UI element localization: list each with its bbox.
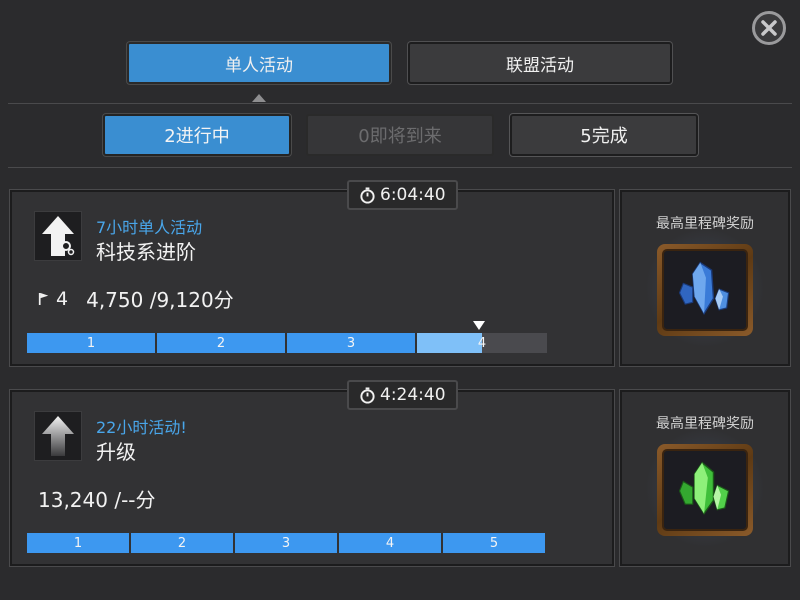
close-icon — [761, 20, 777, 36]
progress-marker — [473, 321, 485, 330]
progress-segment: 3 — [235, 533, 337, 553]
active-tab-pointer — [252, 94, 266, 102]
event-timer-text: 4:24:40 — [380, 385, 446, 405]
stopwatch-icon — [360, 386, 375, 404]
progress-segment: 5 — [443, 533, 545, 553]
event-title: 科技系进阶 — [96, 240, 196, 264]
milestone-progress-bar: 1 2 3 4 5 — [27, 533, 549, 553]
blue-crystal-icon — [662, 249, 748, 331]
tab-alliance-events[interactable]: 联盟活动 — [408, 42, 672, 84]
tab-solo-events-label: 单人活动 — [225, 55, 293, 76]
event-title: 升级 — [96, 440, 136, 464]
progress-segment: 4 — [339, 533, 441, 553]
progress-segment: 2 — [131, 533, 233, 553]
progress-segment: 1 — [27, 333, 155, 353]
subtab-upcoming[interactable]: 0即将到来 — [306, 114, 494, 156]
progress-segment: 1 — [27, 533, 129, 553]
progress-segment: 2 — [157, 333, 285, 353]
subtabs-divider — [8, 167, 792, 168]
milestone-count: 4 — [56, 287, 69, 310]
tech-upgrade-arrow-icon — [34, 211, 82, 261]
tabs-divider — [8, 103, 792, 104]
subtab-upcoming-label: 0即将到来 — [358, 126, 442, 147]
tab-solo-events[interactable]: 单人活动 — [127, 42, 391, 84]
subtab-in-progress[interactable]: 2进行中 — [103, 114, 291, 156]
tab-alliance-events-label: 联盟活动 — [506, 55, 574, 76]
upgrade-arrow-icon — [34, 411, 82, 461]
event-score-row: 4 4,750 /9,120分 — [38, 284, 234, 313]
reward-item[interactable] — [657, 444, 753, 536]
reward-item[interactable] — [657, 244, 753, 336]
green-crystal-icon — [662, 449, 748, 531]
close-button[interactable] — [752, 11, 786, 45]
subtab-completed-label: 5完成 — [580, 126, 628, 147]
milestone-flag-icon — [38, 292, 49, 305]
progress-segment: 3 — [287, 333, 415, 353]
event-timer-text: 6:04:40 — [380, 185, 446, 205]
event-score: 13,240 /--分 — [38, 488, 156, 512]
milestone-progress-bar: 1 2 3 4 — [27, 333, 549, 353]
event-subtitle: 22小时活动! — [96, 418, 187, 437]
event-subtitle: 7小时单人活动 — [96, 218, 203, 237]
stopwatch-icon — [360, 186, 375, 204]
event-score: 4,750 /9,120分 — [86, 288, 234, 312]
event-timer: 6:04:40 — [347, 180, 458, 210]
event-score-row: 13,240 /--分 — [38, 484, 156, 513]
event-timer: 4:24:40 — [347, 380, 458, 410]
subtab-completed[interactable]: 5完成 — [510, 114, 698, 156]
progress-segment: 4 — [417, 333, 547, 353]
subtab-in-progress-label: 2进行中 — [164, 126, 230, 147]
